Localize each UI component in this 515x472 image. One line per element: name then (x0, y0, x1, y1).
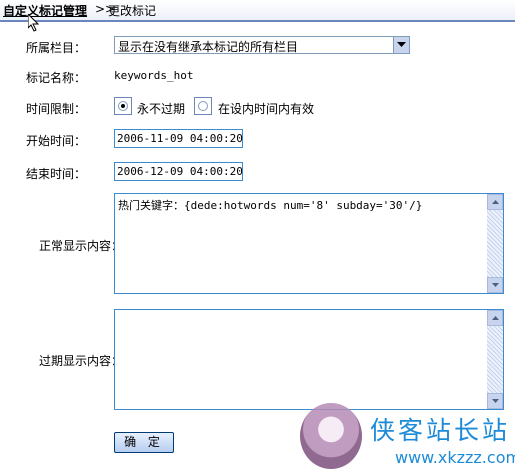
radio-never-expire[interactable] (114, 97, 132, 115)
title-bar: 自定义标记管理 >> 更改标记 (0, 0, 515, 22)
radio-never-expire-label: 永不过期 (137, 102, 186, 116)
expired-content-textarea[interactable] (114, 309, 504, 410)
scroll-up-button[interactable] (487, 310, 503, 326)
radio-within-period-label: 在设内时间内有效 (218, 102, 315, 116)
vertical-scrollbar[interactable] (487, 194, 503, 293)
column-label: 所属栏目： (26, 41, 87, 55)
start-time-label: 开始时间： (26, 134, 87, 148)
start-time-input[interactable]: 2006-11-09 04:00:20 (114, 129, 243, 148)
time-limit-label: 时间限制： (26, 102, 87, 116)
breadcrumb-current: 更改标记 (108, 4, 157, 18)
expired-content-label: 过期显示内容： (39, 354, 124, 368)
radio-unselected-icon (198, 101, 208, 111)
arrow-up-icon (492, 200, 499, 204)
dropdown-arrow-button[interactable] (393, 37, 409, 53)
column-select[interactable]: 显示在没有继承本标记的所有栏目 (114, 36, 410, 54)
column-select-value: 显示在没有继承本标记的所有栏目 (118, 40, 299, 54)
radio-selected-icon (118, 101, 128, 111)
site-watermark: 侠客站长站 www.xkzzz.com (300, 403, 515, 472)
normal-content-label: 正常显示内容： (39, 239, 124, 253)
scroll-down-button[interactable] (487, 277, 503, 293)
confirm-button[interactable]: 确 定 (114, 432, 174, 453)
normal-content-text: 热门关键字：{dede:hotwords num='8' subday='30'… (118, 199, 423, 212)
normal-content-textarea[interactable]: 热门关键字：{dede:hotwords num='8' subday='30'… (114, 193, 504, 294)
mouse-pointer-icon (28, 14, 40, 32)
scroll-up-button[interactable] (487, 194, 503, 210)
tag-name-label: 标记名称： (26, 71, 87, 85)
end-time-input[interactable]: 2006-12-09 04:00:20 (114, 162, 243, 181)
breadcrumb-tag-management-link[interactable]: 自定义标记管理 (3, 2, 87, 19)
watermark-title: 侠客站长站 (370, 416, 511, 445)
end-time-label: 结束时间： (26, 167, 87, 181)
tag-name-value: keywords_hot (114, 69, 194, 82)
radio-within-period[interactable] (194, 97, 212, 115)
vertical-scrollbar[interactable] (487, 310, 503, 409)
arrow-down-icon (492, 283, 499, 287)
watermark-url: www.xkzzz.com (395, 448, 515, 467)
chevron-down-icon (397, 42, 406, 47)
watermark-avatar (300, 403, 362, 469)
arrow-up-icon (492, 316, 499, 320)
